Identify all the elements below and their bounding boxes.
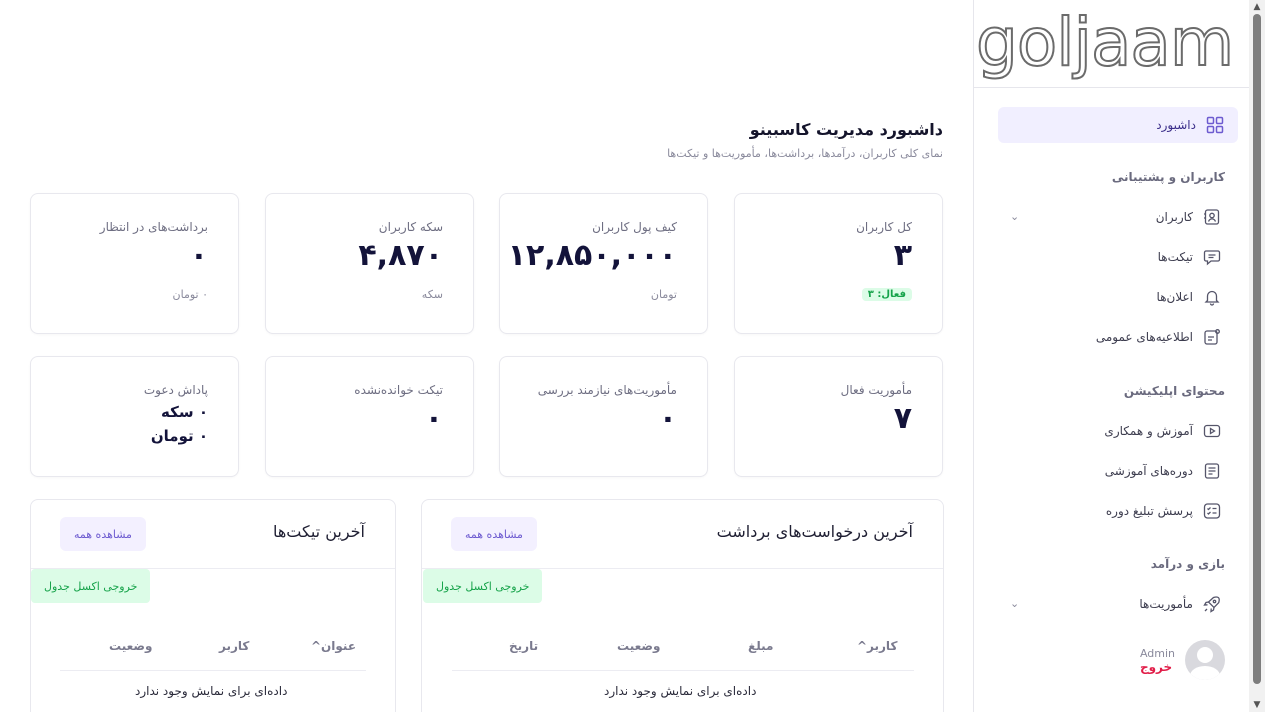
stat-value-coins: ۰ سکه [161,403,208,421]
stat-label: سکه کاربران [378,220,443,234]
view-all-tickets-button[interactable]: مشاهده همه [60,517,146,551]
stat-card-pending-withdrawals: برداشت‌های در انتظار ۰ ۰ تومان [30,193,239,334]
page-subtitle: نمای کلی کاربران، درآمدها، برداشت‌ها، مأ… [667,147,943,160]
page-title: داشبورد مدیریت کاسبینو [749,120,943,139]
stat-unit: تومان [650,288,677,301]
chevron-down-icon[interactable]: ⌄ [1010,597,1019,610]
stat-unit: سکه [421,288,443,301]
stat-card-missions-review: مأموریت‌های نیازمند بررسی ۰ [499,356,708,477]
sidebar-item-label: اعلان‌ها [1156,290,1193,304]
column-header-user[interactable]: کاربر^ [857,639,897,653]
page-scrollbar[interactable]: ▲ ▼ [1249,0,1265,712]
panel-title: آخرین تیکت‌ها [272,522,365,541]
stat-value: ۱۲,۸۵۰,۰۰۰ [507,238,677,273]
sidebar-item-tickets[interactable]: تیکت‌ها [1158,246,1221,268]
empty-table-message: داده‌ای برای نمایش وجود ندارد [135,684,288,698]
stat-value: ۰ [658,401,677,436]
stat-value: ۳ [893,238,912,273]
section-title-users-support: کاربران و پشتیبانی [1111,170,1225,184]
logout-link[interactable]: خروج [1140,660,1175,674]
withdrawals-panel: آخرین درخواست‌های برداشت مشاهده همه [421,499,944,712]
section-title-games-income: بازی و درآمد [1150,557,1225,571]
user-card-icon [1204,209,1220,225]
stat-value-toman: ۰ تومان [150,427,208,445]
column-header-title[interactable]: عنوان^ [311,639,356,653]
stat-label: کل کاربران [856,220,912,234]
profile-name: Admin [1139,646,1175,660]
sidebar-item-label: کاربران [1155,210,1193,224]
logo-area: goljaam [974,0,1250,88]
stat-card-coins: سکه کاربران ۴,۸۷۰ سکه [265,193,474,334]
stat-card-wallet: کیف پول کاربران ۱۲,۸۵۰,۰۰۰ تومان [499,193,708,334]
sidebar-item-dashboard[interactable]: داشبورد [998,107,1238,143]
checklist-icon [1203,503,1221,519]
scroll-up-arrow-icon[interactable]: ▲ [1252,2,1262,12]
stat-unit: ۰ تومان [172,288,208,301]
bell-icon [1204,290,1220,306]
stat-label: برداشت‌های در انتظار [99,220,208,234]
sidebar-item-label: پرسش تبلیغ دوره [1105,504,1193,518]
sidebar-item-course-quiz[interactable]: پرسش تبلیغ دوره [1106,500,1221,522]
chat-bubble-icon [1203,250,1221,266]
stat-label: مأموریت فعال [840,383,912,397]
stat-card-total-users: کل کاربران ۳ فعال: ۳ [734,193,943,334]
grid-icon [1206,116,1224,134]
video-icon [1203,424,1221,438]
column-header-date[interactable]: تاریخ [509,639,538,653]
stat-label: مأموریت‌های نیازمند بررسی [537,383,677,397]
sidebar-item-missions[interactable]: مأموریت‌ها [1139,593,1221,615]
sidebar-item-label: تیکت‌ها [1157,250,1193,264]
stat-card-active-missions: مأموریت فعال ۷ [734,356,943,477]
column-header-status[interactable]: وضعیت [109,639,152,653]
stat-label: تیکت خوانده‌نشده [354,383,443,397]
sidebar-item-label: دوره‌های آموزشی [1104,464,1193,478]
stat-value: ۴,۸۷۰ [358,238,443,273]
stat-card-invite-reward: پاداش دعوت ۰ سکه ۰ تومان [30,356,239,477]
sidebar-item-announcements[interactable]: اطلاعیه‌های عمومی [1096,326,1221,348]
sidebar-item-courses[interactable]: دوره‌های آموزشی [1105,460,1221,482]
course-icon [1204,463,1220,479]
excel-export-tickets-button[interactable]: خروجی اکسل جدول [31,569,151,603]
column-header-user[interactable]: کاربر [219,639,249,653]
stat-card-unread-tickets: تیکت خوانده‌نشده ۰ [265,356,474,477]
stat-value: ۰ [424,401,443,436]
stat-label: پاداش دعوت [143,383,208,397]
column-header-amount[interactable]: مبلغ [748,639,773,653]
panel-title: آخرین درخواست‌های برداشت [716,522,913,541]
sidebar-item-notifications[interactable]: اعلان‌ها [1157,286,1221,308]
stat-value: ۷ [893,401,912,436]
excel-export-withdrawals-button[interactable]: خروجی اکسل جدول [423,569,543,603]
tickets-panel: آخرین تیکت‌ها مشاهده همه [30,499,396,712]
chevron-down-icon[interactable]: ⌄ [1010,210,1019,223]
sidebar-item-training[interactable]: آموزش و همکاری [1104,420,1221,442]
column-header-status[interactable]: وضعیت [617,639,660,653]
avatar[interactable] [1185,640,1225,680]
table-header-divider [60,670,366,671]
brand-logo[interactable]: goljaam [975,5,1235,81]
empty-table-message: داده‌ای برای نمایش وجود ندارد [604,684,757,698]
user-profile[interactable]: Admin خروج [1140,640,1225,680]
rocket-icon [1203,596,1220,613]
scroll-down-arrow-icon[interactable]: ▼ [1252,700,1262,710]
sidebar-item-label: داشبورد [1156,118,1196,132]
stat-value: ۰ [189,238,208,273]
stat-label: کیف پول کاربران [592,220,677,234]
status-badge: فعال: ۳ [861,288,912,301]
sidebar: goljaam داشبورد کاربران و پشتیبانی کاربر… [973,0,1250,712]
view-all-withdrawals-button[interactable]: مشاهده همه [451,517,537,551]
sidebar-item-label: آموزش و همکاری [1104,424,1193,438]
sidebar-item-label: اطلاعیه‌های عمومی [1095,330,1193,344]
table-header-divider [452,670,914,671]
section-title-app-content: محتوای اپلیکیشن [1123,384,1225,398]
sidebar-item-label: مأموریت‌ها [1139,597,1193,611]
scrollbar-thumb[interactable] [1253,14,1261,684]
sidebar-item-users[interactable]: کاربران [1156,206,1221,228]
announcement-icon [1204,329,1220,345]
